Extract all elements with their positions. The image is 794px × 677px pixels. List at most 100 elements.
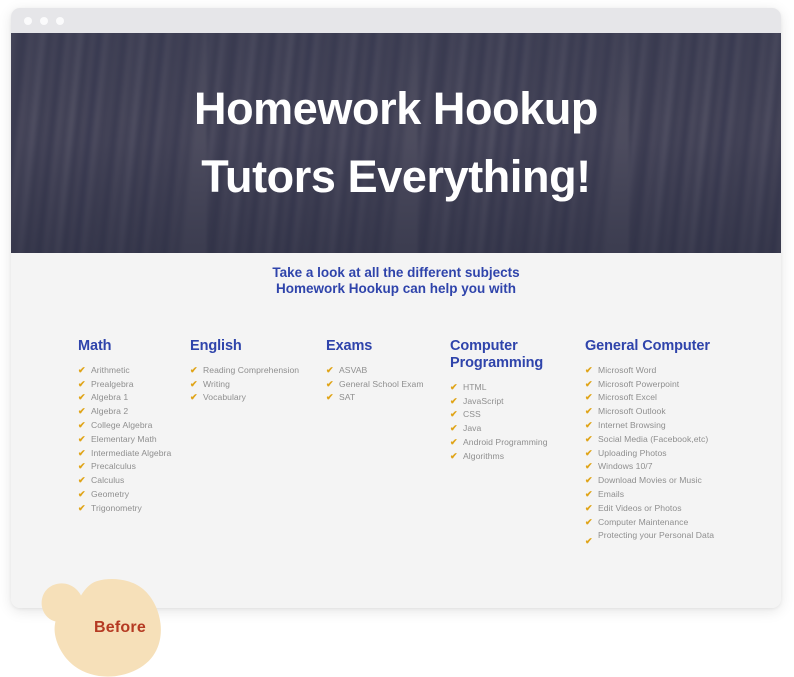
- list-item-label: Edit Videos or Photos: [598, 502, 682, 513]
- check-icon: ✔: [78, 392, 86, 403]
- list-item: ✔ Microsoft Powerpoint: [585, 378, 745, 392]
- list-item: ✔ Algorithms: [450, 450, 585, 464]
- list-item-label: Windows 10/7: [598, 461, 653, 472]
- list-item-label: Microsoft Word: [598, 364, 657, 375]
- check-icon: ✔: [585, 488, 593, 499]
- list-item-label: College Algebra: [91, 419, 153, 430]
- check-icon: ✔: [450, 423, 458, 434]
- check-icon: ✔: [78, 433, 86, 444]
- list-item: ✔ Arithmetic: [78, 364, 190, 378]
- check-icon: ✔: [190, 378, 198, 389]
- check-icon: ✔: [78, 475, 86, 486]
- page-content-area: Take a look at all the different subject…: [11, 253, 781, 608]
- list-item-label: Computer Maintenance: [598, 516, 689, 527]
- check-icon: ✔: [190, 364, 198, 375]
- check-icon: ✔: [326, 378, 334, 389]
- hero-text-block: Homework Hookup Tutors Everything!: [11, 33, 781, 253]
- hero-headline-line-1: Homework Hookup: [193, 82, 599, 134]
- list-item-label: Elementary Math: [91, 433, 157, 444]
- list-item: ✔ Download Movies or Music: [585, 474, 745, 488]
- list-item-label: HTML: [463, 381, 487, 392]
- list-item-label: Uploading Photos: [598, 447, 667, 458]
- list-item: ✔ Trigonometry: [78, 502, 190, 516]
- subjects-subtitle: Take a look at all the different subject…: [11, 253, 781, 297]
- check-icon: ✔: [585, 433, 593, 444]
- list-item-label: Android Programming: [463, 436, 548, 447]
- list-item-label: Calculus: [91, 475, 125, 486]
- subject-list-english: ✔ Reading Comprehension ✔ Writing ✔ Vocabul…: [190, 364, 326, 405]
- check-icon: ✔: [78, 419, 86, 430]
- list-item-label: Vocabulary: [203, 392, 247, 403]
- list-item-label: Microsoft Outlook: [598, 406, 666, 417]
- list-item-label: Arithmetic: [91, 364, 130, 375]
- subject-columns: Math ✔ Arithmetic ✔ Prealgebra ✔ Algebra 1 …: [11, 337, 781, 547]
- check-icon: ✔: [450, 436, 458, 447]
- check-icon: ✔: [190, 392, 198, 403]
- subject-list-general-computer: ✔ Microsoft Word ✔ Microsoft Powerpoint ✔ M…: [585, 364, 745, 547]
- column-title-english: English: [190, 337, 242, 354]
- check-icon: ✔: [78, 378, 86, 389]
- list-item: ✔ SAT: [326, 391, 450, 405]
- window-close-dot[interactable]: [24, 16, 32, 25]
- column-title-line-1: Computer: [450, 337, 518, 354]
- subject-list-computer-programming: ✔ HTML ✔ JavaScript ✔ CSS ✔ Java ✔ Android Pr…: [450, 381, 585, 464]
- list-item-label: SAT: [339, 392, 356, 403]
- check-icon: ✔: [585, 502, 593, 513]
- list-item-label: Protecting your Personal Data: [598, 530, 715, 541]
- list-item-label: Algebra 2: [91, 406, 129, 417]
- list-item: ✔ Writing: [190, 378, 326, 392]
- browser-titlebar: [11, 8, 781, 33]
- list-item-label: Algorithms: [463, 450, 505, 461]
- list-item: ✔ Microsoft Word: [585, 364, 745, 378]
- list-item-label: Algebra 1: [91, 392, 129, 403]
- list-item: ✔ Algebra 1: [78, 391, 190, 405]
- list-item-label: JavaScript: [463, 395, 504, 406]
- check-icon: ✔: [585, 516, 593, 527]
- list-item: ✔ CSS: [450, 408, 585, 422]
- list-item: ✔ ASVAB: [326, 364, 450, 378]
- subject-column-math: Math ✔ Arithmetic ✔ Prealgebra ✔ Algebra 1 …: [78, 338, 190, 543]
- check-icon: ✔: [585, 461, 593, 472]
- check-icon: ✔: [78, 488, 86, 499]
- list-item-label: Microsoft Excel: [598, 392, 658, 403]
- list-item: ✔ Intermediate Algebra: [78, 447, 190, 461]
- check-icon: ✔: [326, 392, 334, 403]
- list-item: ✔ Uploading Photos: [585, 447, 745, 461]
- list-item: ✔ Microsoft Outlook: [585, 405, 745, 419]
- check-icon: ✔: [78, 364, 86, 375]
- list-item-label: ASVAB: [339, 364, 368, 375]
- list-item: ✔ JavaScript: [450, 395, 585, 409]
- window-minimize-dot[interactable]: [40, 16, 48, 25]
- list-item-label: Writing: [203, 378, 230, 389]
- window-maximize-dot[interactable]: [56, 16, 64, 25]
- check-icon: ✔: [585, 536, 593, 547]
- list-item: ✔ Vocabulary: [190, 391, 326, 405]
- check-icon: ✔: [450, 450, 458, 461]
- check-icon: ✔: [450, 381, 458, 392]
- before-badge-label: Before: [94, 618, 146, 636]
- list-item: ✔ Emails: [585, 488, 745, 502]
- subject-list-math: ✔ Arithmetic ✔ Prealgebra ✔ Algebra 1 ✔ Alge…: [78, 364, 190, 516]
- list-item: ✔ Algebra 2: [78, 405, 190, 419]
- check-icon: ✔: [78, 502, 86, 513]
- check-icon: ✔: [585, 419, 593, 430]
- hero-banner: Homework Hookup Tutors Everything!: [11, 33, 781, 253]
- subtitle-line-2: Homework Hookup can help you with: [275, 280, 517, 296]
- check-icon: ✔: [585, 406, 593, 417]
- check-icon: ✔: [78, 447, 86, 458]
- subtitle-line-1: Take a look at all the different subject…: [272, 265, 520, 280]
- list-item: ✔ Edit Videos or Photos: [585, 502, 745, 516]
- list-item: ✔ Android Programming: [450, 436, 585, 450]
- check-icon: ✔: [585, 447, 593, 458]
- list-item: ✔ Geometry: [78, 488, 190, 502]
- check-icon: ✔: [78, 406, 86, 417]
- list-item-label: Trigonometry: [91, 502, 142, 513]
- list-item: ✔ College Algebra: [78, 419, 190, 433]
- list-item: ✔ Internet Browsing: [585, 419, 745, 433]
- check-icon: ✔: [585, 392, 593, 403]
- list-item: ✔ Computer Maintenance: [585, 516, 745, 530]
- list-item: ✔ Precalculus: [78, 460, 190, 474]
- list-item-label: Internet Browsing: [598, 419, 666, 430]
- list-item-label: Social Media (Facebook,etc): [598, 433, 709, 444]
- subject-column-computer-programming: Computer Programming ✔ HTML ✔ JavaScript ✔…: [450, 338, 585, 543]
